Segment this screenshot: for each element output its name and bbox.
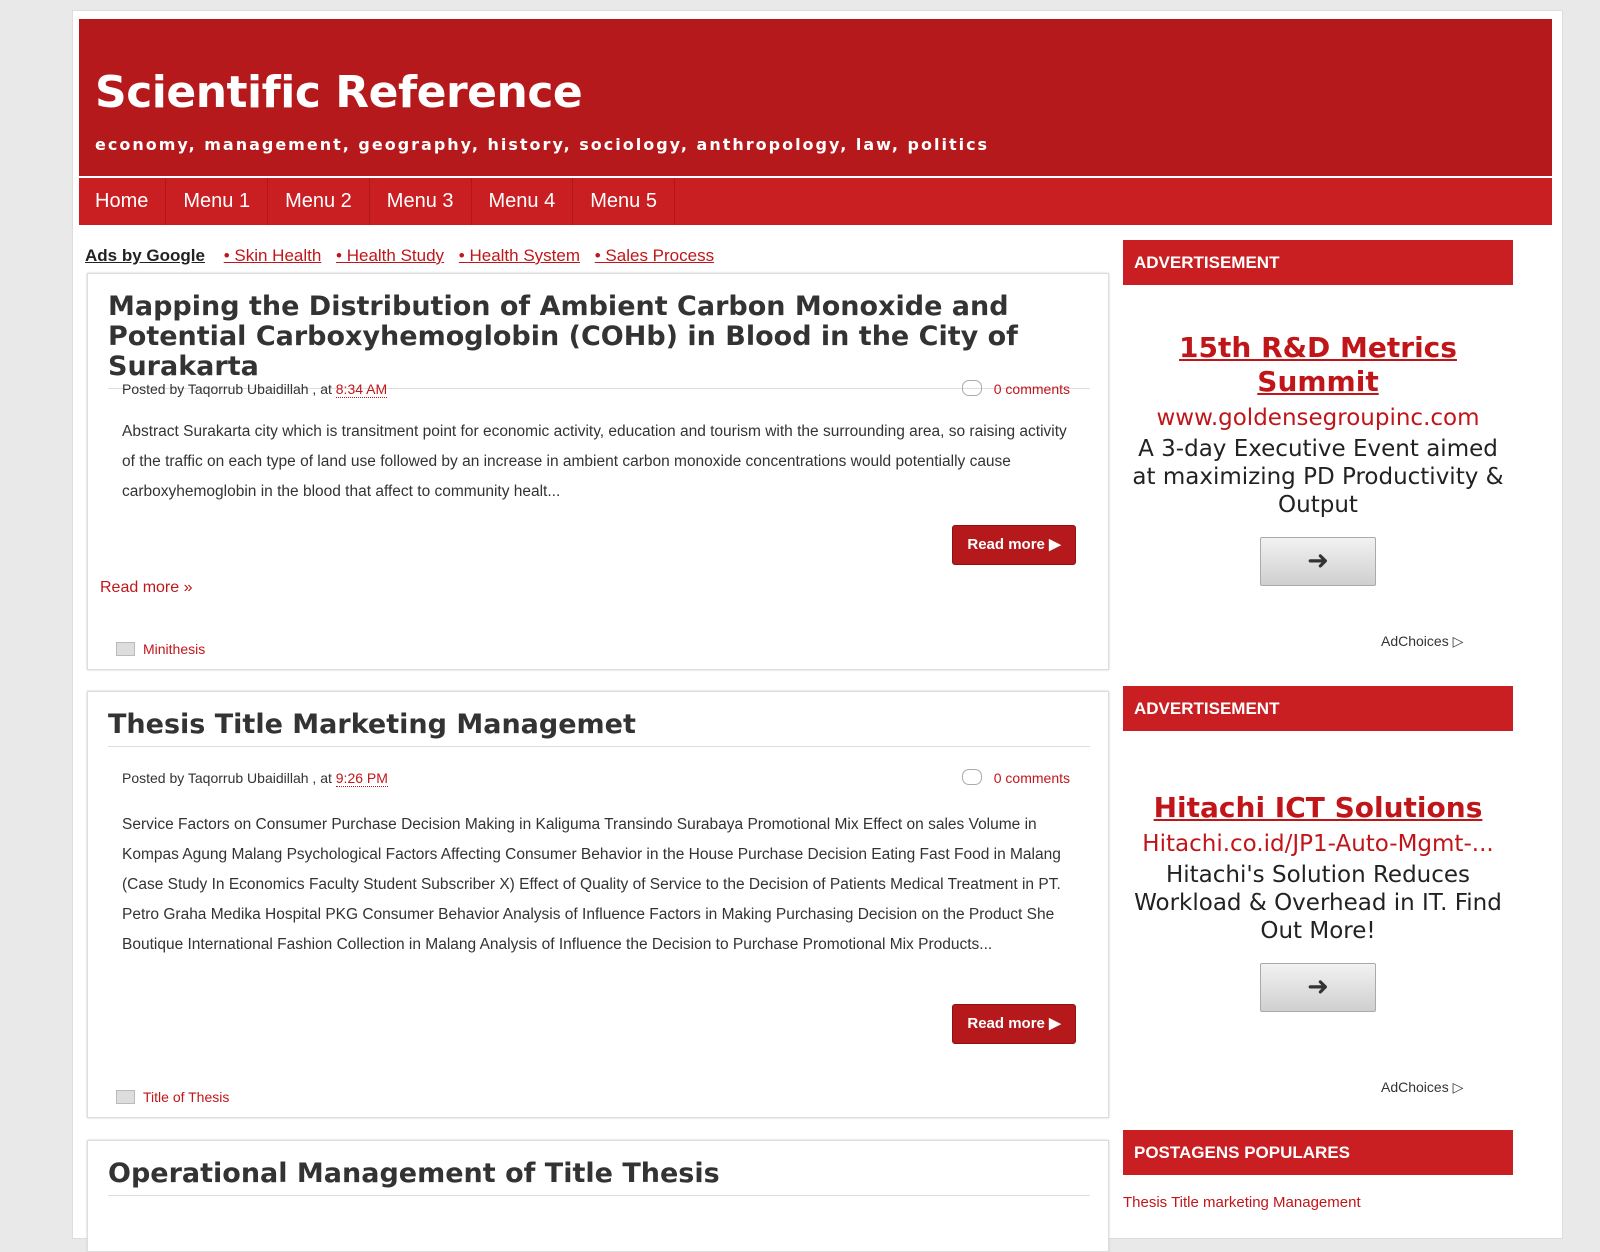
read-more-button[interactable]: Read more ▶ bbox=[952, 1004, 1076, 1044]
post-label[interactable]: Minithesis bbox=[116, 641, 205, 657]
arrow-right-icon: ➜ bbox=[1307, 546, 1329, 576]
comments-link[interactable]: 0 comments bbox=[961, 769, 1070, 787]
ad-text: A 3-day Executive Event aimed at maximiz… bbox=[1132, 436, 1504, 518]
post-meta: Posted by Taqorrub Ubaidillah , at 8:34 … bbox=[122, 380, 1070, 398]
post-meta: Posted by Taqorrub Ubaidillah , at 9:26 … bbox=[122, 769, 1070, 787]
post-label[interactable]: Title of Thesis bbox=[116, 1089, 229, 1105]
google-ads-row: Ads by Google • Skin Health • Health Stu… bbox=[85, 246, 1095, 270]
post-author: Posted by Taqorrub Ubaidillah , at bbox=[122, 770, 336, 786]
post-label-text: Minithesis bbox=[143, 641, 206, 657]
read-more-button[interactable]: Read more ▶ bbox=[952, 525, 1076, 565]
nav-item-menu-1[interactable]: Menu 1 bbox=[166, 178, 269, 225]
post-title[interactable]: Operational Management of Title Thesis bbox=[108, 1159, 1090, 1196]
ad-url[interactable]: Hitachi.co.id/JP1-Auto-Mgmt-... bbox=[1123, 831, 1513, 857]
nav-item-menu-3[interactable]: Menu 3 bbox=[370, 178, 472, 225]
nav-item-menu-4[interactable]: Menu 4 bbox=[472, 178, 574, 225]
comment-icon bbox=[961, 380, 982, 397]
comments-count: 0 comments bbox=[993, 770, 1070, 786]
post-label-text: Title of Thesis bbox=[143, 1089, 230, 1105]
post-excerpt: Abstract Surakarta city which is transit… bbox=[122, 423, 1067, 500]
nav-item-menu-2[interactable]: Menu 2 bbox=[268, 178, 370, 225]
adchoices-link[interactable]: AdChoices ▷ bbox=[1381, 1079, 1463, 1096]
ad-link-health-system[interactable]: • Health System bbox=[459, 246, 580, 265]
ad-link-skin-health[interactable]: • Skin Health bbox=[224, 246, 322, 265]
folder-icon bbox=[116, 1090, 135, 1105]
post-card: Operational Management of Title Thesis bbox=[87, 1140, 1109, 1252]
comments-link[interactable]: 0 comments bbox=[961, 380, 1070, 398]
post-card: Mapping the Distribution of Ambient Carb… bbox=[87, 273, 1109, 670]
read-more-link[interactable]: Read more » bbox=[100, 579, 193, 597]
popular-posts-heading: POSTAGENS POPULARES bbox=[1123, 1130, 1513, 1175]
adchoices-link[interactable]: AdChoices ▷ bbox=[1381, 633, 1463, 650]
post-time[interactable]: 8:34 AM bbox=[335, 381, 388, 398]
nav-item-menu-5[interactable]: Menu 5 bbox=[573, 178, 675, 225]
ad-title[interactable]: Hitachi ICT Solutions bbox=[1123, 791, 1513, 825]
nav-item-home[interactable]: Home bbox=[79, 178, 167, 225]
page-container: Scientific Reference economy, management… bbox=[72, 10, 1563, 1252]
main-nav: Home Menu 1 Menu 2 Menu 3 Menu 4 Menu 5 bbox=[79, 178, 1552, 225]
advertisement-heading: ADVERTISEMENT bbox=[1123, 686, 1513, 731]
ad-text: Hitachi's Solution Reduces Workload & Ov… bbox=[1134, 862, 1502, 944]
ad-box: Hitachi ICT Solutions Hitachi.co.id/JP1-… bbox=[1123, 791, 1513, 1012]
popular-post-link[interactable]: Thesis Title marketing Management bbox=[1123, 1194, 1361, 1211]
post-title[interactable]: Mapping the Distribution of Ambient Carb… bbox=[108, 292, 1090, 389]
ad-url[interactable]: www.goldensegroupinc.com bbox=[1123, 405, 1513, 431]
advertisement-heading: ADVERTISEMENT bbox=[1123, 240, 1513, 285]
site-header: Scientific Reference economy, management… bbox=[79, 19, 1552, 176]
ad-link-health-study[interactable]: • Health Study bbox=[336, 246, 444, 265]
ads-by-google-label[interactable]: Ads by Google bbox=[85, 246, 205, 265]
ad-box: 15th R&D Metrics Summit www.goldensegrou… bbox=[1123, 331, 1513, 586]
folder-icon bbox=[116, 642, 135, 657]
post-card: Thesis Title Marketing Managemet Posted … bbox=[87, 691, 1109, 1118]
site-title[interactable]: Scientific Reference bbox=[95, 67, 583, 118]
post-excerpt: Service Factors on Consumer Purchase Dec… bbox=[122, 816, 1061, 953]
post-title[interactable]: Thesis Title Marketing Managemet bbox=[108, 710, 1090, 747]
ad-title[interactable]: 15th R&D Metrics Summit bbox=[1123, 331, 1513, 399]
ad-link-sales-process[interactable]: • Sales Process bbox=[595, 246, 714, 265]
post-author: Posted by Taqorrub Ubaidillah , at bbox=[122, 381, 336, 397]
post-time[interactable]: 9:26 PM bbox=[335, 770, 388, 787]
comment-icon bbox=[961, 769, 982, 786]
site-description: economy, management, geography, history,… bbox=[95, 135, 990, 154]
ad-arrow-button[interactable]: ➜ bbox=[1260, 537, 1376, 586]
arrow-right-icon: ➜ bbox=[1307, 972, 1329, 1002]
ad-arrow-button[interactable]: ➜ bbox=[1260, 963, 1376, 1012]
comments-count: 0 comments bbox=[993, 381, 1070, 397]
